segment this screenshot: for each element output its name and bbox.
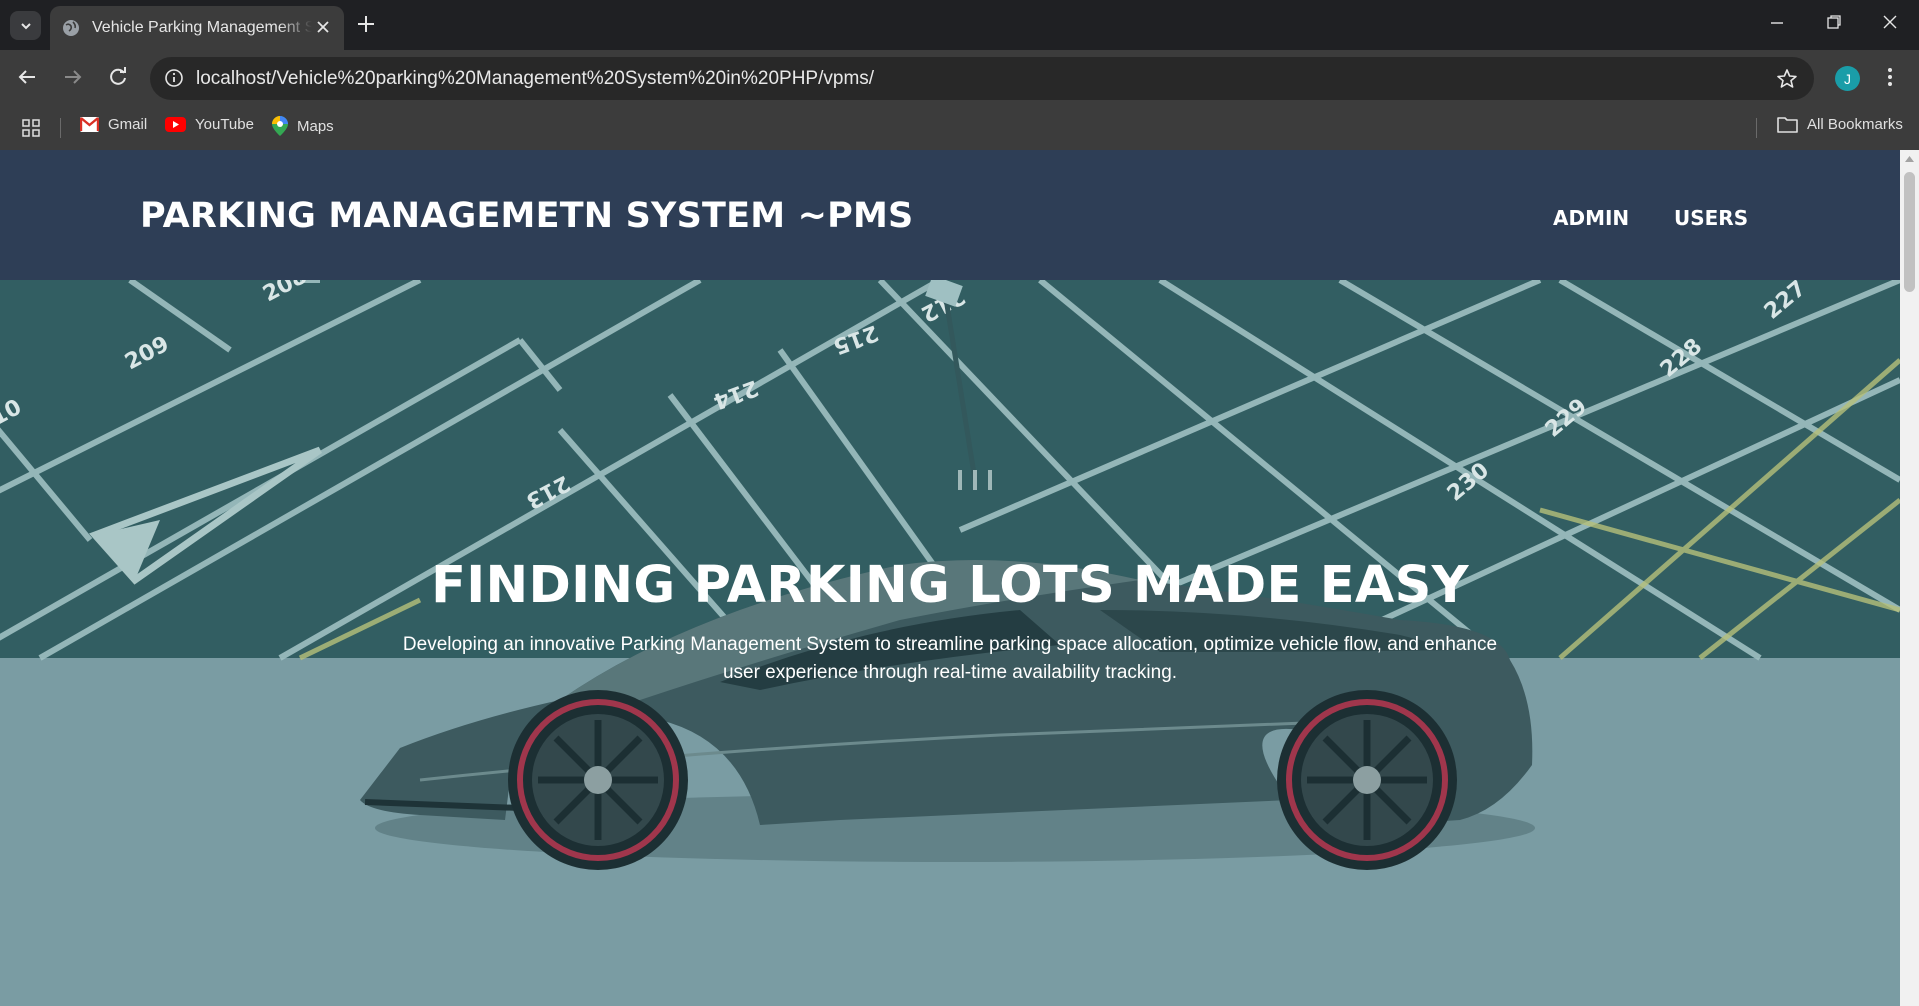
site-header: PARKING MANAGEMETN SYSTEM ~PMS ADMIN USE… (0, 150, 1900, 280)
bookmark-gmail[interactable]: Gmail (80, 116, 147, 133)
hero-content: FINDING PARKING LOTS MADE EASY Developin… (0, 556, 1900, 687)
site-info-icon[interactable] (164, 68, 184, 88)
tab-search-button[interactable] (10, 11, 41, 40)
nav-admin-link[interactable]: ADMIN (1553, 206, 1629, 230)
menu-icon[interactable] (1886, 66, 1894, 88)
bookmark-maps[interactable]: Maps (272, 116, 334, 136)
bookmark-youtube[interactable]: YouTube (165, 116, 254, 133)
bookmark-star-icon[interactable] (1776, 68, 1798, 90)
reload-icon[interactable] (107, 66, 129, 88)
apps-grid-icon[interactable] (22, 119, 41, 138)
forward-icon[interactable] (62, 66, 84, 88)
nav-users-link[interactable]: USERS (1674, 206, 1748, 230)
hero-subtitle: Developing an innovative Parking Managem… (402, 634, 1498, 683)
bookmarks-bar: Gmail YouTube Maps All Bookmarks (0, 106, 1919, 150)
globe-icon (63, 20, 79, 36)
minimize-icon[interactable] (1769, 14, 1785, 30)
site-brand[interactable]: PARKING MANAGEMETN SYSTEM ~PMS (140, 196, 913, 236)
page-viewport: PARKING MANAGEMETN SYSTEM ~PMS ADMIN USE… (0, 150, 1919, 1006)
browser-toolbar: localhost/Vehicle%20parking%20Management… (0, 50, 1919, 106)
bookmarks-separator (60, 118, 61, 138)
bookmark-label: YouTube (195, 116, 254, 133)
tab-title: Vehicle Parking Management System (92, 19, 312, 36)
folder-icon (1777, 117, 1798, 133)
back-icon[interactable] (16, 66, 38, 88)
youtube-icon (165, 117, 186, 132)
chevron-down-icon (20, 22, 31, 29)
bookmarks-separator (1756, 118, 1757, 138)
maps-icon (272, 116, 288, 136)
all-bookmarks-button[interactable]: All Bookmarks (1777, 116, 1903, 133)
browser-tab[interactable]: Vehicle Parking Management System (50, 6, 344, 50)
url-text[interactable]: localhost/Vehicle%20parking%20Management… (196, 68, 874, 90)
hero-title: FINDING PARKING LOTS MADE EASY (431, 556, 1469, 615)
bookmark-label: Gmail (108, 116, 148, 133)
tab-strip: Vehicle Parking Management System (0, 0, 1919, 50)
page-scrollbar[interactable] (1900, 150, 1919, 1006)
close-window-icon[interactable] (1882, 14, 1898, 30)
new-tab-icon[interactable] (355, 13, 377, 35)
all-bookmarks-label: All Bookmarks (1807, 116, 1903, 133)
close-tab-icon[interactable] (316, 20, 330, 34)
car-wheel (508, 690, 688, 870)
scrollbar-thumb[interactable] (1904, 172, 1915, 292)
restore-icon[interactable] (1826, 14, 1842, 30)
car-wheel (1277, 690, 1457, 870)
scroll-up-arrow-icon[interactable] (1905, 155, 1914, 162)
address-bar[interactable]: localhost/Vehicle%20parking%20Management… (150, 57, 1814, 100)
profile-avatar[interactable]: J (1835, 66, 1860, 91)
gmail-icon (80, 117, 99, 132)
hero-section: 208 209 10 212 214 215 213 227 228 229 2… (0, 280, 1900, 1006)
bookmark-label: Maps (297, 117, 334, 135)
